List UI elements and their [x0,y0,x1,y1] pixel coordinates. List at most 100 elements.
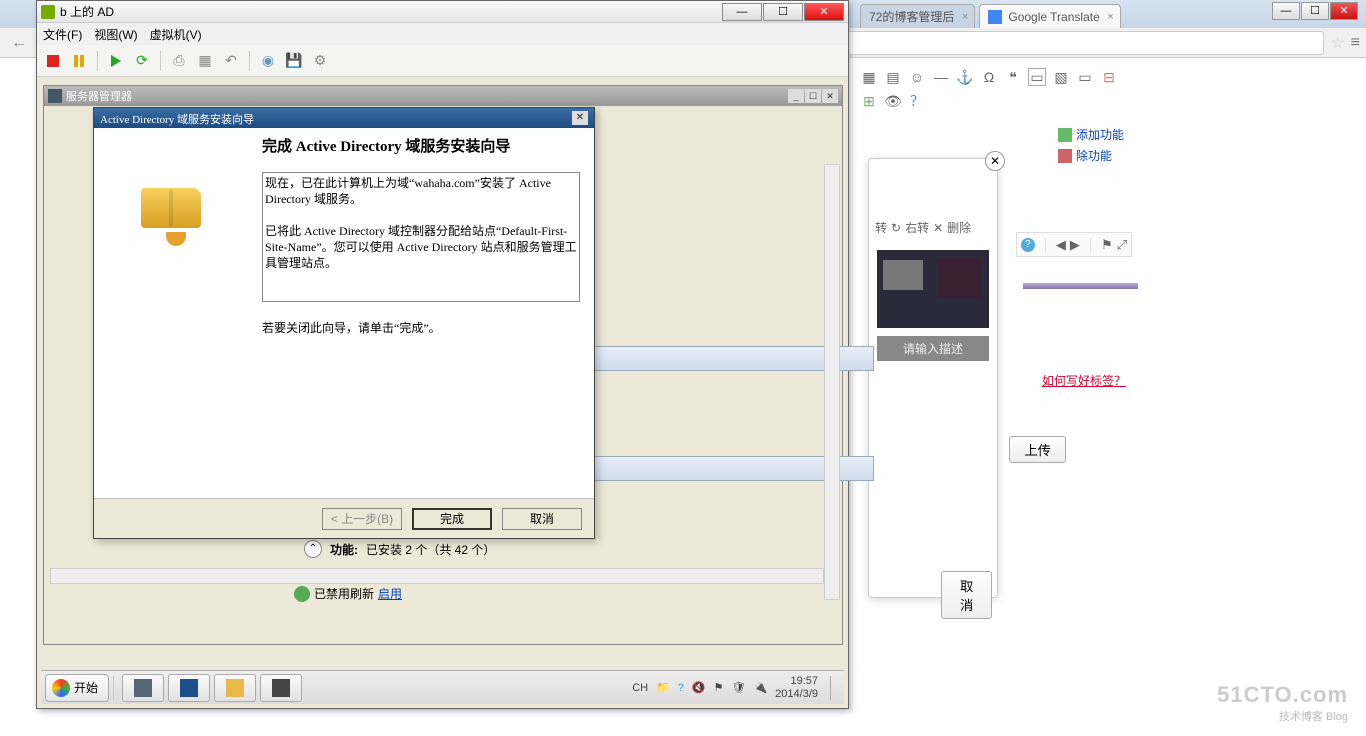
minimize-button[interactable]: — [1272,2,1300,20]
delete-icon [1058,149,1072,163]
fullscreen-icon[interactable]: ▭ [1028,68,1046,86]
expand-icon[interactable]: ⤢ [1117,237,1127,253]
vm-titlebar[interactable]: b 上的 AD — ☐ ✕ [37,1,848,23]
help-icon[interactable]: ？ [908,92,926,110]
tray-shield-icon[interactable]: 🛡 [732,681,746,694]
separator [97,51,98,71]
layout-icon[interactable]: ▭ [1076,68,1094,86]
taskbar-app-dcpromo[interactable] [260,674,302,702]
binoculars-icon[interactable]: 👁 [884,92,902,110]
guest-taskbar: 开始 CH 📁 ? 🔇 ⚑ 🛡 🔌 19:57 2014/3/9 [41,670,844,704]
image-thumbnail[interactable] [877,250,989,328]
close-icon[interactable]: ✕ [985,151,1005,171]
close-button[interactable]: ✕ [822,89,838,103]
play-button[interactable] [106,51,126,71]
taskbar-clock[interactable]: 19:57 2014/3/9 [775,675,822,700]
image-popup: ✕ 转 ↻ 右转 ✕ 删除 请输入描述 OK 取消 [868,158,998,598]
taskbar-app-powershell[interactable] [168,674,210,702]
flag-icon[interactable]: ⚑ [1101,237,1113,253]
separator [113,676,114,700]
insert-table-icon[interactable]: ▦ [860,68,878,86]
close-button[interactable]: ✕ [804,3,844,21]
collapse-toggle[interactable]: ⌃ [304,540,322,558]
browser-tab-blog[interactable]: 72的博客管理后 × [860,4,975,28]
tray-icon[interactable]: 📁 [656,681,670,694]
back-button[interactable]: ← [6,30,32,56]
cd-button[interactable]: ◉ [258,51,278,71]
chevron-left-icon[interactable]: ◀ [1056,237,1066,253]
server-manager-titlebar[interactable]: 服务器管理器 _ ☐ ✕ [44,86,842,106]
delete-icon[interactable]: ✕ [933,221,943,235]
horizontal-scrollbar[interactable] [50,568,824,584]
language-indicator[interactable]: CH [632,682,648,694]
rotate-right-label: 右转 [905,219,929,236]
merge-icon[interactable]: ⊞ [860,92,878,110]
features-status: 已安装 2 个（共 42 个） [366,541,495,558]
maximize-button[interactable]: ☐ [1301,2,1329,20]
close-button[interactable]: ✕ [1330,2,1358,20]
bookmark-icon[interactable]: ☆ [1330,33,1344,53]
add-feature-link[interactable]: 添加功能 [1058,124,1124,145]
help-icon[interactable]: ? [1021,238,1035,252]
hr-icon[interactable]: — [932,68,950,86]
close-icon[interactable]: × [962,11,968,23]
stop-button[interactable] [43,51,63,71]
wizard-titlebar[interactable]: Active Directory 域服务安装向导 ✕ [94,108,594,128]
tray-help-icon[interactable]: ? [678,682,684,694]
anchor-icon[interactable]: ⚓ [956,68,974,86]
reset-button[interactable]: ⟳ [132,51,152,71]
omega-icon[interactable]: Ω [980,68,998,86]
popup-cancel-button[interactable]: 取消 [941,571,992,619]
upload-button[interactable]: 上传 [1009,436,1066,463]
logo-text: 51CTO.com [1217,682,1348,708]
revert-button[interactable]: ↶ [221,51,241,71]
popup-toolbar: 转 ↻ 右转 ✕ 删除 [869,213,997,242]
tray-flag-icon[interactable]: ⚑ [714,681,724,694]
wizard-sidebar [94,128,258,498]
close-icon[interactable]: × [1107,11,1113,23]
link-label: 添加功能 [1076,126,1124,143]
menu-vm[interactable]: 虚拟机(V) [150,26,202,43]
snapshot-mgr-button[interactable]: ▦ [195,51,215,71]
os-window-controls: — ☐ ✕ [1271,2,1358,20]
enable-refresh-link[interactable]: 启用 [378,585,402,602]
browser-tab-translate[interactable]: Google Translate × [979,4,1120,28]
tray-power-icon[interactable]: 🔌 [753,681,767,694]
vertical-scrollbar[interactable] [824,164,840,600]
cell-icon[interactable]: ▧ [1052,68,1070,86]
show-desktop-button[interactable] [830,676,840,700]
thumb-region [937,258,981,298]
maximize-button[interactable]: ☐ [805,89,821,103]
taskbar-app-explorer[interactable] [214,674,256,702]
start-button[interactable]: 开始 [45,674,109,702]
chevron-right-icon[interactable]: ▶ [1070,237,1080,253]
tag-help-link[interactable]: 如何写好标签？ [1042,372,1126,389]
separator: ｜ [1039,235,1052,254]
quote-icon[interactable]: ❝ [1004,68,1022,86]
rotate-right-icon[interactable]: ↻ [891,221,901,235]
insert-row-icon[interactable]: ▤ [884,68,902,86]
split-icon[interactable]: ⊟ [1100,68,1118,86]
taskbar-app-server-manager[interactable] [122,674,164,702]
caption-input[interactable]: 请输入描述 [877,336,989,361]
wizard-summary-text[interactable] [262,172,580,302]
finish-button[interactable]: 完成 [412,508,492,530]
minimize-button[interactable]: _ [788,89,804,103]
remove-feature-link[interactable]: 除功能 [1058,145,1124,166]
emoji-icon[interactable]: ☺ [908,68,926,86]
menu-icon[interactable]: ≡ [1351,34,1360,52]
minimize-button[interactable]: — [722,3,762,21]
pause-button[interactable] [69,51,89,71]
network-button[interactable]: ⚙ [310,51,330,71]
close-icon[interactable]: ✕ [572,111,588,125]
menu-view[interactable]: 视图(W) [94,26,137,43]
wizard-button-row: < 上一步(B) 完成 取消 [94,498,594,538]
tray-network-icon[interactable]: 🔇 [692,681,706,694]
cancel-button[interactable]: 取消 [502,508,582,530]
menu-file[interactable]: 文件(F) [43,26,82,43]
side-links: 添加功能 除功能 [1058,124,1124,166]
tab-label: Google Translate [1008,10,1099,24]
snapshot-button[interactable]: ⎙ [169,51,189,71]
maximize-button[interactable]: ☐ [763,3,803,21]
floppy-button[interactable]: 💾 [284,51,304,71]
